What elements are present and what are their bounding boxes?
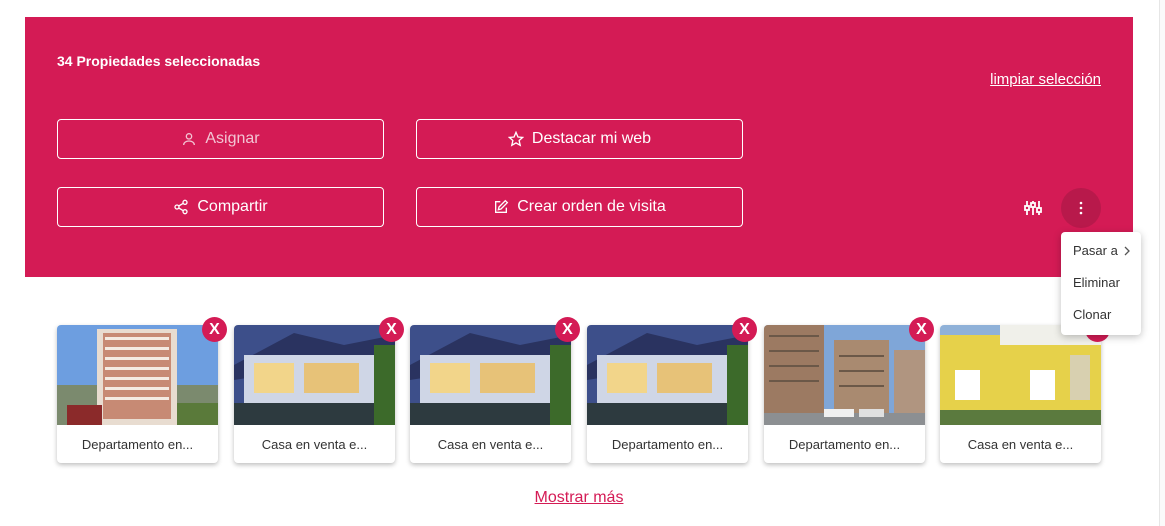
property-card[interactable]: Departamento en... X bbox=[57, 317, 227, 463]
remove-property-button[interactable]: X bbox=[732, 317, 757, 342]
share-icon bbox=[174, 199, 189, 215]
create-visit-order-label: Crear orden de visita bbox=[517, 198, 666, 215]
property-photo bbox=[234, 325, 395, 425]
selection-panel: 34 Propiedades seleccionadas limpiar sel… bbox=[25, 17, 1133, 277]
property-photo bbox=[410, 325, 571, 425]
menu-item-delete[interactable]: Eliminar bbox=[1073, 275, 1120, 290]
property-title: Departamento en... bbox=[81, 436, 194, 452]
property-photo bbox=[57, 325, 218, 425]
user-icon bbox=[183, 133, 196, 146]
create-visit-order-button[interactable]: Crear orden de visita bbox=[416, 187, 743, 227]
property-title: Departamento en... bbox=[611, 436, 724, 452]
more-vertical-icon bbox=[1079, 201, 1083, 215]
chevron-right-icon bbox=[1124, 246, 1130, 255]
menu-item-label: Eliminar bbox=[1073, 275, 1120, 290]
feature-web-label: Destacar mi web bbox=[531, 130, 652, 147]
selection-count: 34 Propiedades seleccionadas bbox=[57, 53, 261, 69]
property-card[interactable]: Casa en venta e... X bbox=[410, 317, 580, 463]
edit-icon bbox=[495, 199, 509, 213]
property-card[interactable]: Casa en venta e... X bbox=[940, 317, 1110, 463]
property-photo bbox=[764, 325, 925, 425]
show-more-container: Mostrar más bbox=[0, 489, 1158, 507]
property-card[interactable]: Casa en venta e... X bbox=[234, 317, 404, 463]
menu-item-move-to[interactable]: Pasar a bbox=[1073, 243, 1130, 258]
filter-sliders-icon[interactable] bbox=[1023, 198, 1043, 218]
assign-label: Asignar bbox=[205, 130, 260, 147]
property-card[interactable]: Departamento en... X bbox=[587, 317, 757, 463]
more-options-button[interactable] bbox=[1061, 188, 1101, 228]
scrollbar[interactable] bbox=[1159, 0, 1165, 526]
share-button[interactable]: Compartir bbox=[57, 187, 384, 227]
remove-property-button[interactable]: X bbox=[909, 317, 934, 342]
property-photo bbox=[940, 325, 1101, 425]
show-more-link[interactable]: Mostrar más bbox=[535, 489, 624, 506]
star-icon bbox=[507, 131, 524, 147]
clear-selection-link[interactable]: limpiar selección bbox=[990, 71, 1101, 88]
property-title: Casa en venta e... bbox=[437, 436, 544, 452]
menu-item-clone[interactable]: Clonar bbox=[1073, 307, 1111, 322]
options-menu: Pasar a Eliminar Clonar bbox=[1061, 232, 1141, 335]
menu-item-label: Clonar bbox=[1073, 307, 1112, 322]
assign-button[interactable]: Asignar bbox=[57, 119, 384, 159]
remove-property-button[interactable]: X bbox=[555, 317, 580, 342]
menu-item-label: Pasar a bbox=[1073, 243, 1118, 258]
property-photo bbox=[587, 325, 748, 425]
remove-property-button[interactable]: X bbox=[379, 317, 404, 342]
property-title: Casa en venta e... bbox=[967, 436, 1074, 452]
property-title: Casa en venta e... bbox=[261, 436, 368, 452]
property-title: Departamento en... bbox=[788, 436, 901, 452]
feature-web-button[interactable]: Destacar mi web bbox=[416, 119, 743, 159]
property-card[interactable]: Departamento en... X bbox=[764, 317, 934, 463]
remove-property-button[interactable]: X bbox=[202, 317, 227, 342]
share-label: Compartir bbox=[197, 198, 268, 215]
page: 34 Propiedades seleccionadas limpiar sel… bbox=[0, 0, 1165, 526]
